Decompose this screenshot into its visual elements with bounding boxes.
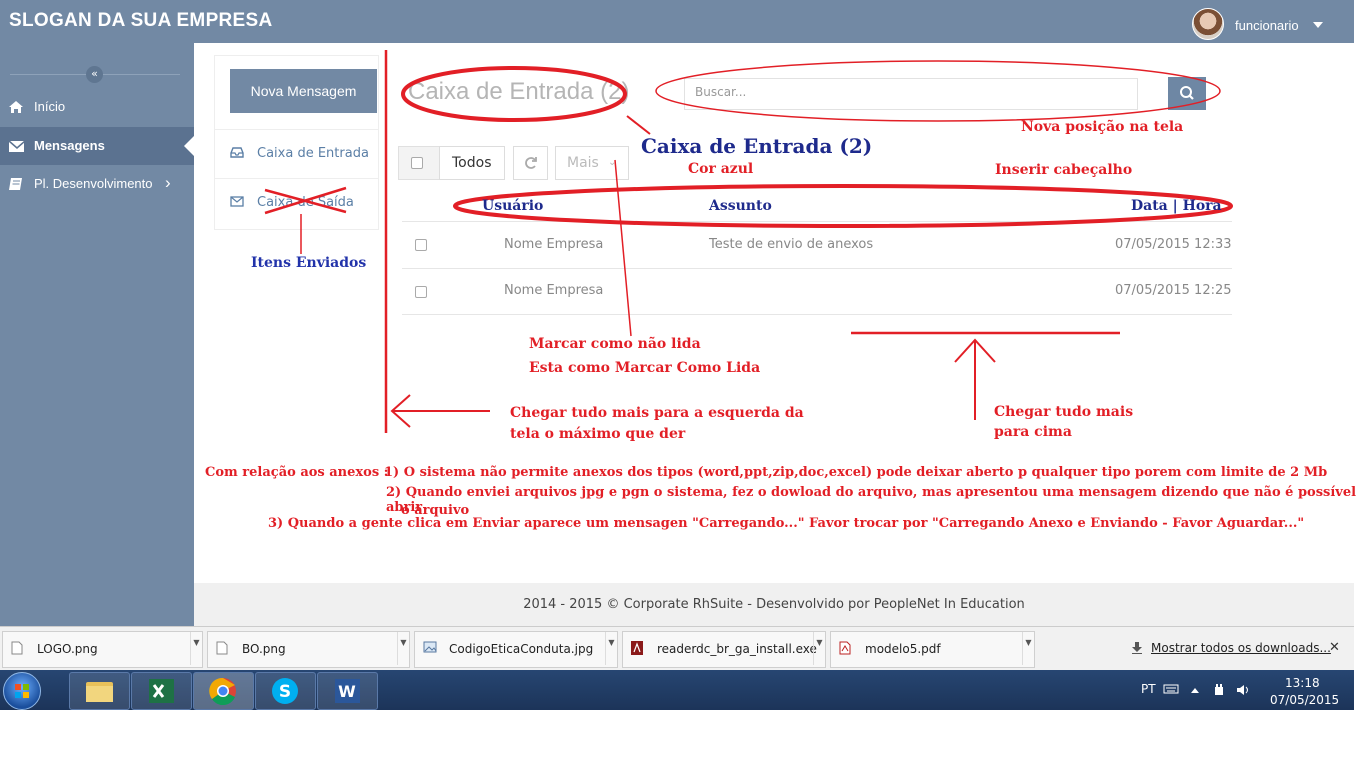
show-all-downloads-link[interactable]: Mostrar todos os downloads... [1151, 641, 1331, 655]
close-downloads-bar-icon[interactable]: ✕ [1329, 640, 1340, 655]
image-file-icon [423, 641, 437, 653]
annotation-anexos-3: 3) Quando a gente clica em Enviar aparec… [268, 516, 1305, 531]
windows-logo-icon [15, 684, 29, 698]
annotation-nova-posicao: Nova posição na tela [1021, 119, 1184, 135]
download-name: BO.png [242, 642, 286, 656]
download-arrow-icon [1132, 642, 1142, 654]
annotation-itens-enviados: Itens Enviados [251, 255, 367, 271]
chevron-down-icon[interactable]: ▼ [190, 632, 202, 665]
acrobat-icon [631, 641, 643, 655]
annotation-new-title: Caixa de Entrada (2) [641, 134, 873, 158]
file-icon [11, 641, 23, 655]
download-name: CodigoEticaConduta.jpg [449, 642, 594, 656]
download-item[interactable]: modelo5.pdf ▼ [830, 631, 1035, 668]
skype-icon: S [272, 678, 298, 704]
chevron-down-icon[interactable]: ▼ [397, 632, 409, 665]
taskbar-skype[interactable]: S [255, 672, 316, 710]
taskbar-chrome[interactable] [193, 672, 254, 710]
start-button[interactable] [3, 672, 41, 710]
chrome-icon [209, 677, 236, 706]
chevron-down-icon[interactable]: ▼ [605, 632, 617, 665]
annotation-inserir-cabecalho: Inserir cabeçalho [995, 162, 1133, 178]
download-item[interactable]: BO.png ▼ [207, 631, 410, 668]
taskbar-word[interactable]: W [317, 672, 378, 710]
download-name: modelo5.pdf [865, 642, 941, 656]
annotation-chegar-cima: Chegar tudo mais [994, 404, 1134, 420]
chevron-down-icon[interactable]: ▼ [813, 632, 825, 665]
annotation-chegar-esquerda: Chegar tudo mais para a esquerda da [510, 405, 804, 421]
taskbar-explorer[interactable] [69, 672, 130, 710]
power-plug-icon[interactable] [1212, 683, 1226, 697]
clock-date[interactable]: 07/05/2015 [1270, 693, 1339, 707]
footer: 2014 - 2015 © Corporate RhSuite - Desenv… [194, 583, 1354, 626]
annotation-chegar-esquerda-2: tela o máximo que der [510, 426, 686, 442]
language-indicator[interactable]: PT [1141, 682, 1156, 696]
word-icon: W [335, 679, 360, 703]
taskbar-excel[interactable] [131, 672, 192, 710]
svg-text:S: S [279, 682, 291, 702]
svg-text:W: W [338, 682, 356, 701]
excel-icon [149, 679, 174, 703]
annotation-col-data: Data | Hora [1131, 198, 1222, 214]
download-item[interactable]: readerdc_br_ga_install.exe ▼ [622, 631, 826, 668]
explorer-icon [86, 682, 113, 702]
tray-expand-icon[interactable] [1190, 686, 1200, 694]
chevron-down-icon[interactable]: ▼ [1022, 632, 1034, 665]
annotation-col-usuario: Usuário [482, 198, 544, 214]
volume-icon[interactable] [1236, 683, 1252, 697]
pdf-icon [839, 641, 851, 655]
download-name: readerdc_br_ga_install.exe [657, 642, 817, 656]
download-name: LOGO.png [37, 642, 98, 656]
keyboard-icon[interactable] [1163, 683, 1179, 695]
annotation-anexos-2: 2) Quando enviei arquivos jpg e pgn o si… [386, 485, 1357, 515]
annotation-chegar-cima-2: para cima [994, 424, 1072, 440]
download-item[interactable]: CodigoEticaConduta.jpg ▼ [414, 631, 618, 668]
annotation-cor-azul: Cor azul [688, 161, 754, 177]
clock-time[interactable]: 13:18 [1285, 676, 1320, 690]
annotation-anexos-intro: Com relação aos anexos : [205, 465, 389, 480]
file-icon [216, 641, 228, 655]
download-item[interactable]: LOGO.png ▼ [2, 631, 203, 668]
annotation-col-assunto: Assunto [709, 198, 772, 214]
annotation-anexos-1: 1) O sistema não permite anexos dos tipo… [384, 465, 1328, 480]
annotation-esta-como: Esta como Marcar Como Lida [529, 360, 761, 376]
annotation-marcar-nao-lida: Marcar como não lida [529, 336, 701, 352]
